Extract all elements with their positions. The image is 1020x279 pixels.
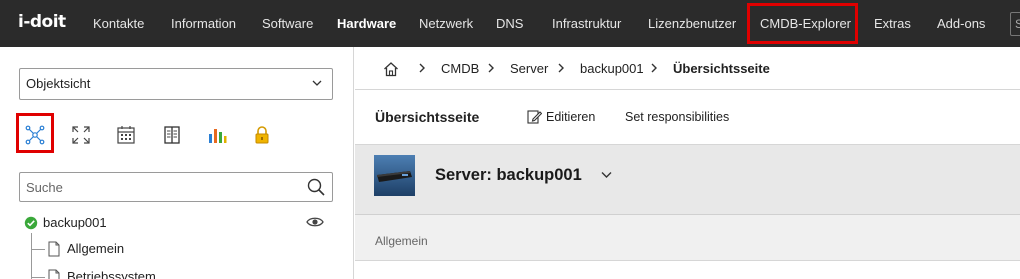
nav-lizenzbenutzer[interactable]: Lizenzbenutzer: [648, 0, 736, 47]
cmdb-explorer-highlight: [747, 3, 858, 44]
edit-button[interactable]: Editieren: [546, 90, 595, 145]
category-section: Allgemein: [355, 215, 1020, 261]
chevron-right-icon: [558, 63, 564, 73]
nav-extras[interactable]: Extras: [874, 0, 911, 47]
top-navigation: i-doit Kontakte Information Software Har…: [0, 0, 1020, 47]
app-logo[interactable]: i-doit: [18, 12, 66, 32]
sidebar: Objektsicht Suche backup001 Allgemein Be…: [0, 47, 354, 279]
chevron-right-icon: [488, 63, 494, 73]
page-toolbar: Übersichtsseite Editieren Set responsibi…: [355, 90, 1020, 145]
view-select-value: Objektsicht: [26, 76, 91, 91]
tree-connector: [31, 233, 32, 279]
document-icon: [48, 269, 60, 279]
object-header: Server: backup001: [355, 145, 1020, 215]
breadcrumb-cmdb[interactable]: CMDB: [441, 47, 479, 90]
book-icon[interactable]: [161, 124, 183, 146]
tree-node-label: Allgemein: [67, 241, 125, 256]
nav-software[interactable]: Software: [262, 0, 313, 47]
breadcrumb-server[interactable]: Server: [510, 47, 548, 90]
nav-search-input[interactable]: S: [1010, 12, 1020, 36]
document-icon: [48, 241, 60, 257]
chevron-right-icon: [419, 63, 425, 73]
breadcrumb-current: Übersichtsseite: [673, 61, 770, 76]
edit-icon[interactable]: [527, 109, 542, 124]
search-icon[interactable]: [307, 178, 325, 196]
nav-add-ons[interactable]: Add-ons: [937, 0, 985, 47]
set-responsibilities-button[interactable]: Set responsibilities: [625, 90, 729, 145]
breadcrumb-object[interactable]: backup001: [580, 47, 644, 90]
server-icon: [374, 155, 415, 196]
cmdb-explorer-icon[interactable]: [24, 124, 46, 146]
chevron-down-icon: [312, 80, 322, 86]
chevron-right-icon: [651, 63, 657, 73]
nav-netzwerk[interactable]: Netzwerk: [419, 0, 473, 47]
tree-root-label: backup001: [43, 215, 107, 230]
content-area: [355, 261, 1020, 279]
tree-connector: [31, 277, 45, 278]
eye-icon[interactable]: [306, 215, 324, 229]
nav-kontakte[interactable]: Kontakte: [93, 0, 144, 47]
nav-information[interactable]: Information: [171, 0, 236, 47]
lock-icon[interactable]: [251, 124, 273, 146]
tree-search[interactable]: [19, 172, 333, 202]
bar-chart-icon[interactable]: [206, 124, 228, 146]
home-icon[interactable]: [383, 61, 399, 77]
nav-dns[interactable]: DNS: [496, 0, 523, 47]
calendar-icon[interactable]: [115, 124, 137, 146]
tree-connector: [31, 249, 45, 250]
page-title: Übersichtsseite: [375, 109, 480, 125]
status-ok-icon: [24, 216, 38, 230]
nav-infrastruktur[interactable]: Infrastruktur: [552, 0, 621, 47]
tree-node-label: Betriebssystem: [67, 269, 156, 279]
view-select[interactable]: Objektsicht: [19, 68, 333, 100]
object-title: Server: backup001: [435, 166, 582, 184]
nav-hardware[interactable]: Hardware: [337, 0, 396, 47]
tree-search-input[interactable]: [20, 173, 290, 201]
chevron-down-icon[interactable]: [601, 171, 612, 179]
expand-icon[interactable]: [70, 124, 92, 146]
breadcrumb: CMDB Server backup001 Übersichtsseite: [355, 47, 1020, 90]
